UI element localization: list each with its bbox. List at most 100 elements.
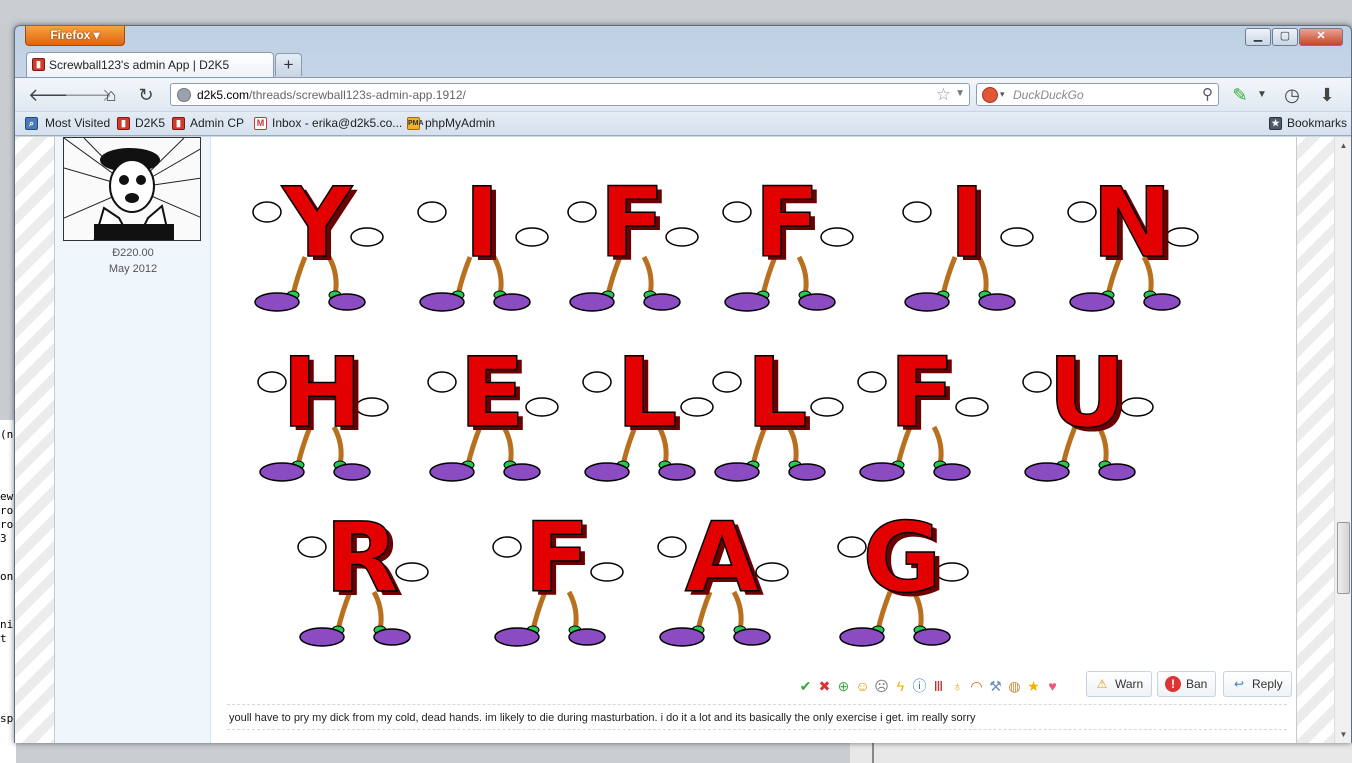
reply-button[interactable]: ↩ Reply (1223, 671, 1292, 697)
background-window-edge (850, 740, 1352, 763)
info-icon[interactable]: ⓘ (911, 678, 928, 694)
addon-icon[interactable]: ✎ (1229, 84, 1251, 106)
letter-glyph: E (459, 337, 525, 449)
site-identity-icon[interactable] (177, 88, 191, 102)
browser-window: Firefox ▾ ▁ ▢ ✕ ▮ Screwball123's admin A… (14, 25, 1352, 743)
tab-title: Screwball123's admin App | D2K5 (49, 58, 230, 72)
bookmark-label: Admin CP (190, 116, 245, 130)
fragment-line: ew (0, 490, 14, 503)
bookmark-admin-cp[interactable]: ▮ Admin CP (172, 116, 244, 130)
search-input[interactable]: DuckDuckGo (1013, 88, 1084, 102)
signature-divider (227, 704, 1287, 705)
wrench-icon[interactable]: ⚒ (987, 678, 1004, 694)
warn-label: Warn (1115, 677, 1144, 691)
url-text: d2k5.com/threads/screwball123s-admin-app… (197, 88, 466, 102)
forum-post: Đ220.00 May 2012 YYIIFFFFIINNHHEELLLLFFU… (54, 137, 1297, 743)
user-balance: Đ220.00 (112, 247, 154, 259)
tab-active[interactable]: ▮ Screwball123's admin App | D2K5 (26, 52, 274, 77)
most-visited-icon: ⌕ (25, 117, 38, 130)
smile-icon[interactable]: ☺ (854, 678, 871, 694)
back-arrow-icon[interactable]: 🡐 (28, 84, 76, 106)
new-tab-button[interactable]: + (275, 53, 302, 76)
letter-glyph: N (1092, 167, 1172, 279)
bookmarks-star-icon: ★ (1269, 117, 1282, 130)
avatar-image (64, 138, 200, 240)
navigation-toolbar: 🡐 🡒 ⌂ ↻ d2k5.com/threads/screwball123s-a… (15, 77, 1351, 111)
dumb-icon[interactable]: ☹ (873, 678, 890, 694)
letter-glyph: Y (281, 167, 353, 279)
scroll-down-arrow-icon[interactable]: ▼ (1335, 726, 1351, 743)
star-icon[interactable]: ★ (1025, 678, 1042, 694)
url-history-dropdown-icon[interactable]: ▼ (955, 88, 965, 99)
duckduckgo-icon[interactable] (982, 87, 998, 103)
fragment-line: on (0, 570, 14, 583)
warn-button[interactable]: ⚠ Warn (1086, 671, 1153, 697)
letter-glyph: F (754, 167, 820, 279)
bookmark-label: Inbox - erika@d2k5.co... (272, 116, 403, 130)
downloads-icon[interactable]: ⬇ (1316, 84, 1338, 106)
dancing-letter: AA (657, 501, 789, 647)
plus-icon[interactable]: ⊕ (835, 678, 852, 694)
palette-icon[interactable]: ◍ (1006, 678, 1023, 694)
history-clock-icon[interactable]: ◷ (1281, 84, 1303, 106)
letter-glyph: G (863, 502, 942, 614)
close-button[interactable]: ✕ (1299, 28, 1343, 46)
url-path: /threads/screwball123s-admin-app.1912/ (249, 88, 466, 102)
firefox-menu-button[interactable]: Firefox ▾ (25, 26, 125, 46)
bookmark-phpmyadmin[interactable]: PMA phpMyAdmin (407, 116, 495, 130)
minimize-button[interactable]: ▁ (1245, 28, 1271, 46)
magnifier-icon[interactable]: ⚲ (1202, 85, 1213, 103)
rainbow-icon[interactable]: ◠ (968, 678, 985, 694)
reload-icon[interactable]: ↻ (135, 84, 157, 106)
d2k5-favicon-icon: ▮ (32, 58, 45, 71)
bookmark-d2k5[interactable]: ▮ D2K5 (117, 116, 165, 130)
dancing-letter: II (902, 166, 1034, 312)
agree-icon[interactable]: ✔ (797, 678, 814, 694)
dancing-letter: YY (252, 166, 384, 312)
dancing-letter: HH (257, 336, 389, 482)
addon-dropdown-icon[interactable]: ▼ (1251, 84, 1273, 106)
bookmark-most-visited[interactable]: ⌕ Most Visited (25, 116, 110, 130)
dancing-letter: GG (837, 501, 969, 647)
d2k5-favicon-icon: ▮ (117, 117, 130, 130)
bookmark-inbox[interactable]: M Inbox - erika@d2k5.co... (254, 116, 402, 130)
bulb-icon[interactable]: ♁ (949, 678, 966, 694)
letter-glyph: A (685, 502, 759, 614)
phpmyadmin-icon: PMA (407, 117, 424, 130)
home-icon[interactable]: ⌂ (100, 84, 122, 106)
forward-arrow-icon[interactable]: 🡒 (64, 84, 112, 106)
dancing-letters-image: YY II FF FF II NNHH EE LL LL FF UURR FF AA GG (252, 166, 1199, 647)
message-content: YYIIFFFFIINNHHEELLLLFFUURRFFAAGG ✔ ✖ ⊕ ☺… (227, 137, 1292, 743)
lightning-icon[interactable]: ϟ (892, 678, 909, 694)
disagree-icon[interactable]: ✖ (816, 678, 833, 694)
scroll-up-arrow-icon[interactable]: ▲ (1335, 137, 1351, 154)
letter-glyph: F (524, 502, 590, 614)
heart-icon[interactable]: ♥ (1044, 678, 1061, 694)
letter-glyph: F (599, 167, 665, 279)
gmail-icon: M (254, 117, 267, 130)
vertical-scrollbar[interactable]: ▲ ▼ (1334, 137, 1351, 743)
url-host: d2k5.com (197, 88, 250, 102)
bookmark-star-icon[interactable]: ☆ (936, 85, 951, 105)
ban-button[interactable]: ! Ban (1157, 671, 1217, 697)
dancing-letter: FF (567, 166, 699, 312)
user-join-date: May 2012 (108, 263, 158, 275)
letter-glyph: I (464, 167, 500, 279)
bookmark-label: D2K5 (135, 116, 166, 130)
letter-glyph: H (282, 337, 362, 449)
user-info-column: Đ220.00 May 2012 (55, 137, 211, 743)
search-engine-dropdown-icon[interactable]: ▾ (1000, 89, 1005, 100)
avatar[interactable] (63, 137, 201, 241)
ban-icon: ! (1165, 676, 1181, 692)
maximize-button[interactable]: ▢ (1272, 28, 1298, 46)
bookmarks-menu-button[interactable]: ★ Bookmarks (1269, 116, 1347, 130)
user-signature: youll have to pry my dick from my cold, … (229, 712, 976, 724)
scrollbar-thumb[interactable] (1337, 522, 1350, 594)
fragment-line: t (0, 632, 7, 645)
bars-icon[interactable]: Ⅲ (930, 678, 947, 694)
search-bar[interactable]: ▾ DuckDuckGo ⚲ (976, 83, 1219, 106)
dancing-letter: UU (1022, 336, 1154, 482)
url-bar[interactable]: d2k5.com/threads/screwball123s-admin-app… (170, 83, 970, 106)
dancing-letter: FF (492, 501, 624, 647)
fragment-line: (n (0, 428, 14, 441)
